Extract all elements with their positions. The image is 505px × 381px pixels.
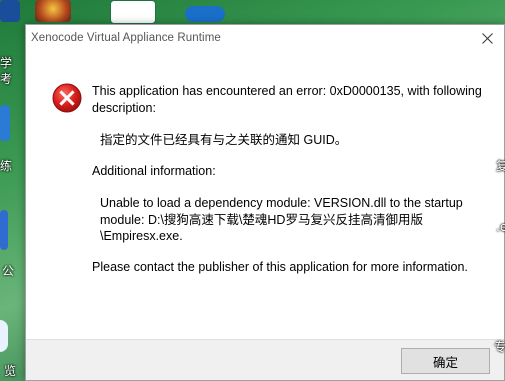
- error-dialog: Xenocode Virtual Appliance Runtime This …: [25, 24, 505, 381]
- contact-publisher-text: Please contact the publisher of this app…: [92, 259, 468, 274]
- desktop-label: 览: [4, 364, 17, 378]
- desktop-app-icon[interactable]: [0, 0, 20, 22]
- desktop-label: 复: [496, 159, 505, 173]
- error-description: 指定的文件已经具有与之关联的通知 GUID。: [100, 133, 348, 147]
- window-title: Xenocode Virtual Appliance Runtime: [31, 32, 221, 44]
- dependency-detail: Unable to load a dependency module: VERS…: [100, 196, 463, 243]
- desktop-shortcut-icon[interactable]: [0, 105, 10, 141]
- desktop-label: 学: [0, 56, 13, 70]
- game-shortcut-icon[interactable]: [35, 0, 71, 22]
- message-body: This application has encountered an erro…: [92, 83, 487, 275]
- desktop-shortcut-icon[interactable]: [0, 210, 8, 250]
- ok-button[interactable]: 确定: [401, 348, 490, 374]
- excel-icon[interactable]: [110, 0, 156, 24]
- title-bar[interactable]: Xenocode Virtual Appliance Runtime: [26, 25, 504, 53]
- error-message: This application has encountered an erro…: [92, 84, 482, 115]
- cloud-icon[interactable]: [185, 6, 225, 22]
- additional-info-label: Additional information:: [92, 163, 216, 178]
- desktop-label: .e: [496, 220, 505, 234]
- desktop-label: 练: [0, 159, 13, 173]
- close-button[interactable]: [470, 25, 504, 51]
- desktop-label: 考: [0, 72, 13, 86]
- desktop-label: 公: [2, 264, 15, 278]
- desktop-label: 专: [494, 340, 505, 354]
- close-icon: [481, 32, 493, 44]
- dialog-footer: 确定: [26, 339, 504, 380]
- error-x-icon: [52, 83, 82, 113]
- browser-icon[interactable]: [0, 320, 8, 352]
